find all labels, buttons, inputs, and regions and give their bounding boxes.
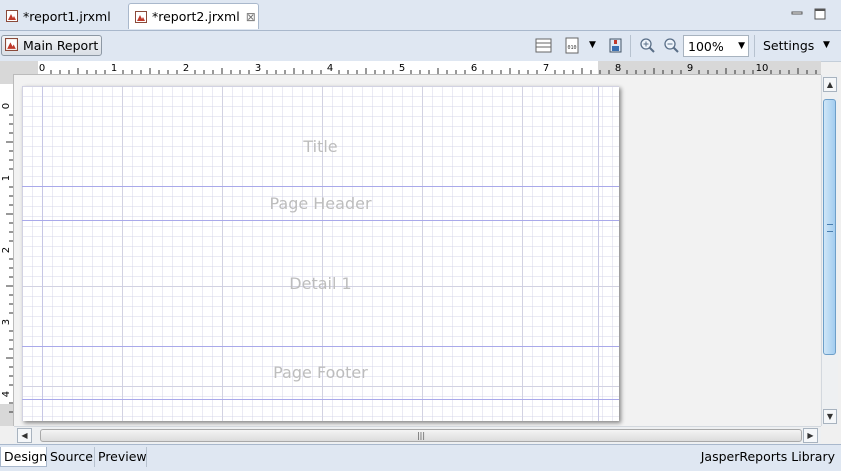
maximize-icon[interactable] xyxy=(813,7,827,21)
ruler-label: 0 xyxy=(39,63,45,74)
data-format-icon[interactable]: 010 xyxy=(564,37,581,54)
vertical-scroll-thumb[interactable] xyxy=(823,99,836,355)
tab-label: *report1.jrxml xyxy=(23,8,111,24)
ruler-label: 9 xyxy=(687,63,693,74)
scroll-left-button[interactable]: ◀ xyxy=(17,428,32,443)
ruler-label: 2 xyxy=(183,63,189,74)
scroll-up-button[interactable]: ▲ xyxy=(823,77,837,92)
ruler-label: 5 xyxy=(399,63,405,74)
scroll-down-button[interactable]: ▼ xyxy=(823,409,837,424)
toolbar-separator xyxy=(754,35,755,57)
zoom-select[interactable]: 100% ▼ xyxy=(683,35,749,57)
editor-tab-bar: *report1.jrxml *report2.jrxml ⊠ xyxy=(0,0,841,31)
toolbar-separator xyxy=(630,35,631,57)
scroll-right-button[interactable]: ▶ xyxy=(803,428,818,443)
band-page-footer-label: Page Footer xyxy=(273,363,368,382)
ruler-label: 10 xyxy=(756,63,769,74)
zoom-value: 100% xyxy=(688,38,724,54)
ruler-label: 4 xyxy=(327,63,333,74)
zoom-out-icon[interactable] xyxy=(663,37,680,54)
designer-toolbar: Main Report 010 ▼ 100% ▼ Settings ▼ xyxy=(0,31,841,62)
chevron-down-icon[interactable]: ▼ xyxy=(823,40,830,50)
tab-source[interactable]: Source xyxy=(47,447,95,467)
compile-report-icon[interactable] xyxy=(607,37,624,54)
close-icon[interactable]: ⊠ xyxy=(246,10,256,24)
main-report-button[interactable]: Main Report xyxy=(1,35,102,56)
chevron-down-icon[interactable]: ▼ xyxy=(589,40,596,50)
zoom-in-icon[interactable] xyxy=(639,37,656,54)
ruler-label: 7 xyxy=(543,63,549,74)
band-title-label: Title xyxy=(303,137,338,156)
main-report-label: Main Report xyxy=(23,38,99,53)
report-icon xyxy=(6,10,18,22)
report-page[interactable]: Title Page Header Detail 1 Page Footer xyxy=(22,86,619,421)
band-separator[interactable] xyxy=(22,346,619,347)
ruler-label: 3 xyxy=(255,63,261,74)
band-separator[interactable] xyxy=(22,220,619,221)
chevron-down-icon[interactable]: ▼ xyxy=(738,41,745,51)
ruler-label: 6 xyxy=(471,63,477,74)
library-label: JasperReports Library xyxy=(700,449,835,464)
vertical-scrollbar[interactable]: ▲ ▼ xyxy=(821,75,838,426)
ruler-label: 8 xyxy=(615,63,621,74)
vertical-ruler: 0 1 2 3 4 xyxy=(0,74,14,426)
band-layout-icon[interactable] xyxy=(535,37,552,54)
horizontal-scrollbar[interactable]: ◀ ||| ▶ xyxy=(14,426,821,444)
ruler-label: 3 xyxy=(1,319,12,325)
editor-mode-tabs: Design Source Preview JasperReports Libr… xyxy=(0,444,841,471)
tab-preview[interactable]: Preview xyxy=(95,447,147,467)
tab-report2[interactable]: *report2.jrxml ⊠ xyxy=(128,3,259,29)
band-separator[interactable] xyxy=(22,399,619,400)
ruler-label: 1 xyxy=(111,63,117,74)
band-separator[interactable] xyxy=(22,186,619,187)
band-detail-label: Detail 1 xyxy=(289,274,352,293)
band-page-header-label: Page Header xyxy=(269,194,372,213)
tab-report1[interactable]: *report1.jrxml xyxy=(0,3,125,29)
svg-text:010: 010 xyxy=(568,45,577,51)
tab-label: *report2.jrxml xyxy=(152,9,240,24)
ruler-label: 4 xyxy=(1,391,12,397)
ruler-label: 0 xyxy=(1,103,12,109)
ruler-label: 1 xyxy=(1,175,12,181)
design-canvas[interactable]: Title Page Header Detail 1 Page Footer xyxy=(14,75,820,426)
minimize-icon[interactable] xyxy=(790,7,804,21)
settings-menu[interactable]: Settings xyxy=(763,38,814,53)
horizontal-ruler: 0 1 2 3 4 5 6 7 8 9 10 xyxy=(0,61,821,75)
report-icon xyxy=(135,10,147,23)
report-icon xyxy=(5,37,18,54)
horizontal-scroll-thumb[interactable]: ||| xyxy=(40,429,802,442)
tab-design[interactable]: Design xyxy=(0,447,47,467)
ruler-label: 2 xyxy=(1,247,12,253)
